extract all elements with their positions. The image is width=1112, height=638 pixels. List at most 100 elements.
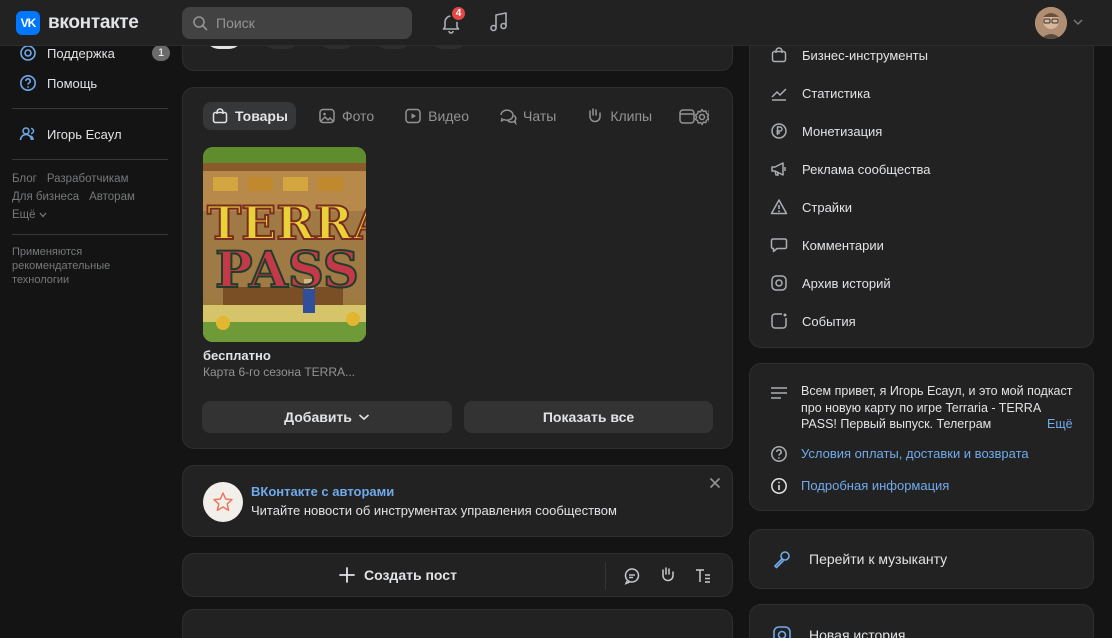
briefcase-icon [771, 47, 787, 63]
tab-label: Товары [235, 108, 288, 124]
footer-link-blog[interactable]: Блог [12, 173, 37, 185]
ruble-icon [771, 123, 787, 139]
menu-item-label: Комментарии [802, 237, 884, 253]
new-story-card[interactable]: Новая история [749, 604, 1094, 638]
promo-avatar [203, 482, 243, 522]
menu-item-label: События [802, 313, 856, 329]
media-tabs: Товары Фото Видео Чаты Клипы [203, 102, 710, 130]
sidebar-item-profile[interactable]: Игорь Есаул [0, 119, 180, 149]
product-image[interactable]: TERRA PASS [203, 147, 366, 342]
avatar-image [1035, 7, 1067, 39]
media-card: Товары Фото Видео Чаты Клипы TERR PASS б… [182, 87, 733, 449]
settings-gear-icon[interactable] [693, 108, 711, 126]
chevron-down-icon [358, 414, 369, 421]
tab-clips[interactable]: Клипы [578, 102, 660, 130]
promo-title[interactable]: ВКонтакте с авторами [251, 484, 394, 499]
support-badge: 1 [152, 45, 170, 61]
search-icon [193, 16, 208, 31]
sidebar-item-label: Поддержка [47, 45, 115, 61]
notifications-button[interactable]: 4 [440, 5, 467, 37]
show-all-label: Показать все [542, 409, 635, 425]
footer-link-business[interactable]: Для бизнеса [12, 191, 79, 203]
tab-label: Чаты [523, 108, 557, 124]
info-link[interactable]: Подробная информация [801, 478, 949, 493]
warning-icon [770, 199, 788, 215]
event-icon [771, 313, 787, 329]
menu-item-label: Реклама сообщества [802, 161, 931, 177]
story-icon [773, 626, 791, 638]
add-product-label: Добавить [284, 409, 352, 425]
search-input[interactable] [216, 15, 396, 31]
sidebar-item-help[interactable]: Помощь [0, 68, 180, 98]
top-bar: VK вконтакте 4 [0, 0, 1112, 46]
musician-card[interactable]: Перейти к музыканту [749, 529, 1094, 589]
menu-item-events[interactable]: События [750, 302, 1093, 340]
profile-avatar[interactable] [1035, 7, 1067, 39]
close-icon[interactable] [709, 477, 721, 489]
product-title[interactable]: Карта 6-го сезона TERRA... [203, 365, 373, 379]
create-post-button[interactable]: Создать пост [338, 566, 457, 584]
music-button[interactable] [488, 11, 510, 36]
tab-label: Видео [428, 108, 470, 124]
video-icon [405, 108, 421, 124]
plus-icon [339, 567, 355, 583]
menu-item-ads[interactable]: Реклама сообщества [750, 150, 1093, 188]
composer-divider [605, 562, 606, 590]
vk-logo-icon: VK [16, 11, 40, 35]
footer-link-authors[interactable]: Авторам [89, 191, 135, 203]
post-card-partial [182, 609, 733, 638]
tab-video[interactable]: Видео [396, 102, 477, 130]
footer-more[interactable]: Ещё [12, 206, 180, 224]
product-price: бесплатно [203, 348, 271, 363]
about-more-link[interactable]: Ещё [1044, 416, 1073, 433]
chat-icon [500, 109, 517, 125]
help-icon [20, 75, 36, 91]
product-artwork: TERRA PASS [203, 147, 366, 342]
about-description-text: Всем привет, я Игорь Есаул, и это мой по… [801, 384, 1073, 431]
composer-card: Создать пост [182, 553, 733, 597]
archive-icon [771, 275, 787, 291]
info-icon [771, 478, 787, 494]
tab-products[interactable]: Товары [203, 102, 296, 130]
chevron-down-icon[interactable] [1073, 18, 1083, 26]
about-card: Всем привет, я Игорь Есаул, и это мой по… [749, 363, 1094, 511]
tab-photo[interactable]: Фото [310, 102, 382, 130]
image-icon [319, 108, 335, 124]
show-all-button[interactable]: Показать все [464, 401, 713, 433]
sidebar-item-label: Игорь Есаул [47, 126, 122, 142]
about-description: Всем привет, я Игорь Есаул, и это мой по… [801, 383, 1077, 433]
sidebar-divider [12, 159, 168, 160]
search-box[interactable] [182, 7, 412, 39]
chevron-down-icon [39, 212, 47, 218]
clip-icon[interactable] [659, 566, 677, 584]
vk-logo[interactable]: VK вконтакте [16, 11, 139, 35]
musician-label: Перейти к музыканту [809, 551, 948, 567]
terms-link[interactable]: Условия оплаты, доставки и возврата [801, 446, 1029, 461]
sidebar-item-label: Помощь [47, 75, 98, 91]
footer-link-developers[interactable]: Разработчикам [47, 173, 129, 185]
footer-link-more[interactable]: Ещё [12, 209, 36, 221]
menu-item-story-archive[interactable]: Архив историй [750, 264, 1093, 302]
recommendation-note[interactable]: Применяются рекомендательные технологии [0, 245, 140, 287]
menu-item-comments[interactable]: Комментарии [750, 226, 1093, 264]
megaphone-icon [771, 162, 786, 176]
menu-item-label: Архив историй [802, 275, 891, 291]
text-format-icon[interactable] [694, 567, 712, 585]
description-lines-icon [771, 387, 787, 399]
microphone-icon [774, 551, 790, 569]
footer-links: Блог Разработчикам Для бизнеса Авторам Ещё [0, 170, 180, 224]
stats-icon [771, 88, 787, 101]
chat-bubble-icon[interactable] [623, 567, 641, 585]
sidebar-divider [12, 108, 168, 109]
menu-item-statistics[interactable]: Статистика [750, 74, 1093, 112]
tab-chats[interactable]: Чаты [491, 102, 564, 130]
menu-item-monetization[interactable]: Монетизация [750, 112, 1093, 150]
create-post-label: Создать пост [364, 567, 457, 583]
add-product-button[interactable]: Добавить [202, 401, 452, 433]
notification-badge: 4 [450, 5, 467, 22]
menu-item-strikes[interactable]: Страйки [750, 188, 1093, 226]
users-icon [19, 127, 35, 141]
bag-icon [212, 108, 228, 124]
new-story-label: Новая история [809, 627, 906, 638]
menu-item-label: Бизнес-инструменты [802, 47, 928, 63]
